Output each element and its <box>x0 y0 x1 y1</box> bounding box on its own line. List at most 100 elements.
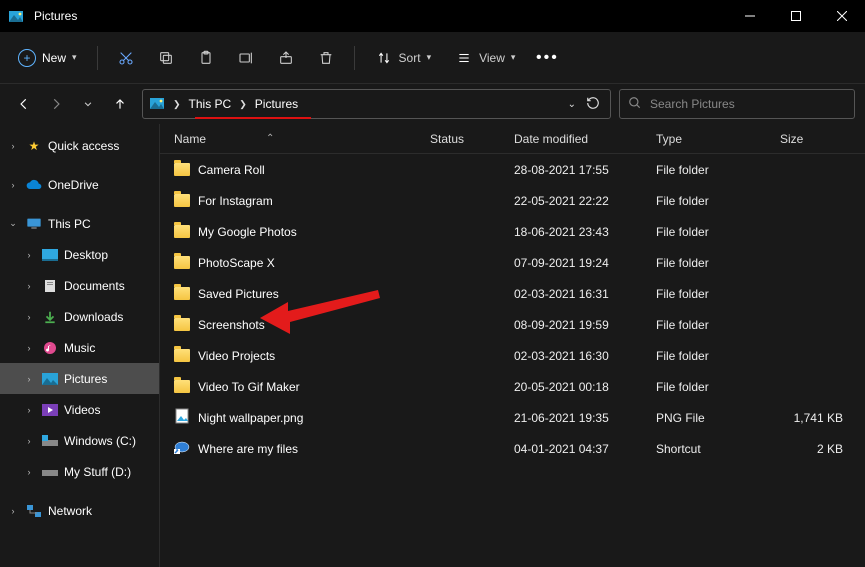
column-label: Name <box>174 132 206 146</box>
pictures-icon <box>42 371 58 387</box>
file-date: 28-08-2021 17:55 <box>500 163 642 177</box>
separator <box>97 46 98 70</box>
cut-button[interactable] <box>108 40 144 76</box>
column-name[interactable]: Name ⌃ <box>160 132 416 146</box>
chevron-right-icon[interactable]: › <box>22 467 36 477</box>
column-status[interactable]: Status <box>416 132 500 146</box>
sort-label: Sort <box>399 51 421 65</box>
downloads-icon <box>42 309 58 325</box>
sort-button[interactable]: Sort ▾ <box>365 40 442 76</box>
more-button[interactable]: ••• <box>529 40 565 76</box>
file-type: File folder <box>642 194 766 208</box>
file-list[interactable]: Camera Roll28-08-2021 17:55File folderFo… <box>160 154 865 567</box>
new-button[interactable]: + New ▾ <box>8 40 87 76</box>
titlebar[interactable]: Pictures <box>0 0 865 32</box>
crumb-pictures[interactable]: Pictures <box>251 95 302 113</box>
chevron-down-icon: ▾ <box>511 52 516 63</box>
folder-icon <box>174 225 190 238</box>
table-row[interactable]: Camera Roll28-08-2021 17:55File folder <box>160 154 865 185</box>
star-icon: ★ <box>26 138 42 154</box>
chevron-right-icon[interactable]: › <box>22 312 36 322</box>
chevron-right-icon[interactable]: › <box>22 281 36 291</box>
folder-icon <box>174 163 190 176</box>
sidebar-item-label: Videos <box>64 403 100 417</box>
chevron-right-icon[interactable]: › <box>6 180 20 190</box>
separator <box>354 46 355 70</box>
sidebar-item-label: Music <box>64 341 95 355</box>
column-type[interactable]: Type <box>642 132 766 146</box>
rename-button[interactable] <box>228 40 264 76</box>
search-input[interactable] <box>650 97 846 111</box>
table-row[interactable]: For Instagram22-05-2021 22:22File folder <box>160 185 865 216</box>
search-box[interactable] <box>619 89 855 119</box>
refresh-button[interactable] <box>586 96 600 113</box>
back-button[interactable] <box>10 90 38 118</box>
file-type: File folder <box>642 163 766 177</box>
view-button[interactable]: View ▾ <box>445 40 525 76</box>
crumb-this-pc[interactable]: This PC <box>185 95 236 113</box>
new-label: New <box>42 51 66 65</box>
chevron-right-icon[interactable]: › <box>6 141 20 151</box>
chevron-down-icon: ▾ <box>72 52 77 63</box>
sidebar-item-pictures[interactable]: › Pictures <box>0 363 159 394</box>
sidebar-item-music[interactable]: › Music <box>0 332 159 363</box>
column-date[interactable]: Date modified <box>500 132 642 146</box>
file-size: 2 KB <box>766 442 865 456</box>
delete-button[interactable] <box>308 40 344 76</box>
folder-icon <box>174 349 190 362</box>
location-icon <box>149 95 165 114</box>
chevron-right-icon[interactable]: › <box>22 436 36 446</box>
sidebar-this-pc[interactable]: ⌄ This PC <box>0 208 159 239</box>
sidebar-onedrive[interactable]: › OneDrive <box>0 169 159 200</box>
chevron-right-icon[interactable]: › <box>22 250 36 260</box>
chevron-right-icon[interactable]: › <box>22 374 36 384</box>
sidebar-network[interactable]: › Network <box>0 495 159 526</box>
column-headers: Name ⌃ Status Date modified Type Size <box>160 124 865 154</box>
share-button[interactable] <box>268 40 304 76</box>
scissors-icon <box>117 49 135 67</box>
file-date: 02-03-2021 16:30 <box>500 349 642 363</box>
network-icon <box>26 503 42 519</box>
address-dropdown[interactable]: ⌄ <box>568 99 576 110</box>
chevron-right-icon[interactable]: ❯ <box>237 99 249 110</box>
paste-button[interactable] <box>188 40 224 76</box>
chevron-right-icon[interactable]: › <box>22 343 36 353</box>
sidebar-item-drive-d[interactable]: › My Stuff (D:) <box>0 456 159 487</box>
sidebar-item-documents[interactable]: › Documents <box>0 270 159 301</box>
sidebar-item-desktop[interactable]: › Desktop <box>0 239 159 270</box>
address-bar[interactable]: ❯ This PC ❯ Pictures ⌄ <box>142 89 611 119</box>
copy-button[interactable] <box>148 40 184 76</box>
column-size[interactable]: Size <box>766 132 865 146</box>
chevron-right-icon[interactable]: › <box>6 506 20 516</box>
up-button[interactable] <box>106 90 134 118</box>
table-row[interactable]: My Google Photos18-06-2021 23:43File fol… <box>160 216 865 247</box>
table-row[interactable]: PhotoScape X07-09-2021 19:24File folder <box>160 247 865 278</box>
chevron-right-icon[interactable]: ❯ <box>171 99 183 110</box>
table-row[interactable]: Where are my files04-01-2021 04:37Shortc… <box>160 433 865 464</box>
sidebar-item-downloads[interactable]: › Downloads <box>0 301 159 332</box>
trash-icon <box>317 49 335 67</box>
forward-button[interactable] <box>42 90 70 118</box>
sidebar-item-videos[interactable]: › Videos <box>0 394 159 425</box>
close-button[interactable] <box>819 0 865 32</box>
table-row[interactable]: Video Projects02-03-2021 16:30File folde… <box>160 340 865 371</box>
table-row[interactable]: Saved Pictures02-03-2021 16:31File folde… <box>160 278 865 309</box>
sidebar-quick-access[interactable]: › ★ Quick access <box>0 130 159 161</box>
chevron-right-icon[interactable]: › <box>22 405 36 415</box>
rename-icon <box>237 49 255 67</box>
sidebar-item-drive-c[interactable]: › Windows (C:) <box>0 425 159 456</box>
chevron-down-icon[interactable]: ⌄ <box>6 218 20 229</box>
annotation-underline <box>195 117 311 119</box>
drive-icon <box>42 464 58 480</box>
maximize-button[interactable] <box>773 0 819 32</box>
sort-icon <box>375 49 393 67</box>
minimize-button[interactable] <box>727 0 773 32</box>
table-row[interactable]: Screenshots08-09-2021 19:59File folder <box>160 309 865 340</box>
copy-icon <box>157 49 175 67</box>
file-date: 21-06-2021 19:35 <box>500 411 642 425</box>
table-row[interactable]: Video To Gif Maker20-05-2021 00:18File f… <box>160 371 865 402</box>
recent-locations-button[interactable] <box>74 90 102 118</box>
sidebar-label: Quick access <box>48 139 119 153</box>
sidebar-item-label: Windows (C:) <box>64 434 136 448</box>
table-row[interactable]: Night wallpaper.png21-06-2021 19:35PNG F… <box>160 402 865 433</box>
